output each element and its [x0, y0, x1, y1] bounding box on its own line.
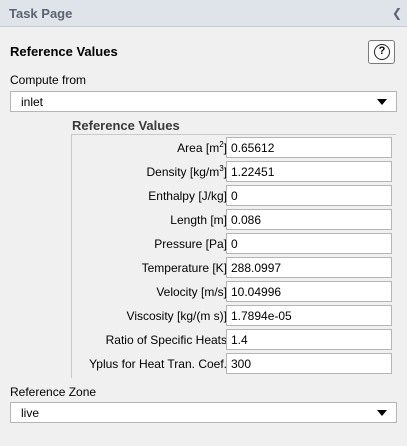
compute-from-label: Compute from [10, 73, 87, 87]
chevron-down-icon [377, 410, 387, 416]
length-label: Length [m] [170, 213, 227, 227]
row-ratio-specific-heats: Ratio of Specific Heats 1.4 [72, 329, 397, 353]
chevron-down-icon [377, 99, 387, 105]
compute-from-value: inlet [21, 95, 44, 109]
row-velocity: Velocity [m/s] 10.04996 [72, 281, 397, 305]
reference-values-group-title: Reference Values [72, 118, 180, 133]
question-mark-icon: ? [374, 44, 390, 60]
panel-heading: Reference Values [10, 44, 118, 59]
reference-values-panel: Reference Values ? Compute from inlet Re… [1, 28, 406, 445]
enthalpy-input[interactable]: 0 [226, 185, 392, 206]
row-enthalpy: Enthalpy [J/kg] 0 [72, 185, 397, 209]
row-viscosity: Viscosity [kg/(m s)] 1.7894e-05 [72, 305, 397, 329]
chevron-left-icon[interactable]: ❮ [390, 4, 404, 22]
velocity-input[interactable]: 10.04996 [226, 281, 392, 302]
row-pressure: Pressure [Pa] 0 [72, 233, 397, 257]
row-yplus: Yplus for Heat Tran. Coef. 300 [72, 353, 397, 377]
yplus-label: Yplus for Heat Tran. Coef. [89, 357, 227, 371]
ratio-specific-heats-label: Ratio of Specific Heats [105, 333, 227, 347]
reference-zone-label: Reference Zone [10, 385, 97, 399]
enthalpy-label: Enthalpy [J/kg] [148, 189, 227, 203]
row-density: Density [kg/m3] 1.22451 [72, 161, 397, 185]
reference-zone-value: live [21, 406, 40, 420]
row-area: Area [m2] 0.65612 [72, 137, 397, 161]
pressure-label: Pressure [Pa] [154, 237, 227, 251]
viscosity-input[interactable]: 1.7894e-05 [226, 305, 392, 326]
area-input[interactable]: 0.65612 [226, 137, 392, 158]
reference-values-group: Area [m2] 0.65612 Density [kg/m3] 1.2245… [71, 134, 396, 378]
reference-zone-dropdown[interactable]: live [10, 402, 397, 423]
row-temperature: Temperature [K] 288.0997 [72, 257, 397, 281]
density-input[interactable]: 1.22451 [226, 161, 392, 182]
window-title: Task Page [9, 6, 73, 21]
length-input[interactable]: 0.086 [226, 209, 392, 230]
temperature-label: Temperature [K] [141, 261, 227, 275]
density-label: Density [kg/m3] [146, 164, 227, 180]
task-page-titlebar: Task Page ❮ [0, 0, 407, 27]
area-label: Area [m2] [177, 140, 227, 156]
pressure-input[interactable]: 0 [226, 233, 392, 254]
viscosity-label: Viscosity [kg/(m s)] [126, 309, 227, 323]
ratio-specific-heats-input[interactable]: 1.4 [226, 329, 392, 350]
help-button[interactable]: ? [368, 40, 395, 64]
temperature-input[interactable]: 288.0997 [226, 257, 392, 278]
compute-from-dropdown[interactable]: inlet [10, 91, 397, 112]
velocity-label: Velocity [m/s] [156, 285, 227, 299]
yplus-input[interactable]: 300 [226, 353, 392, 374]
row-length: Length [m] 0.086 [72, 209, 397, 233]
